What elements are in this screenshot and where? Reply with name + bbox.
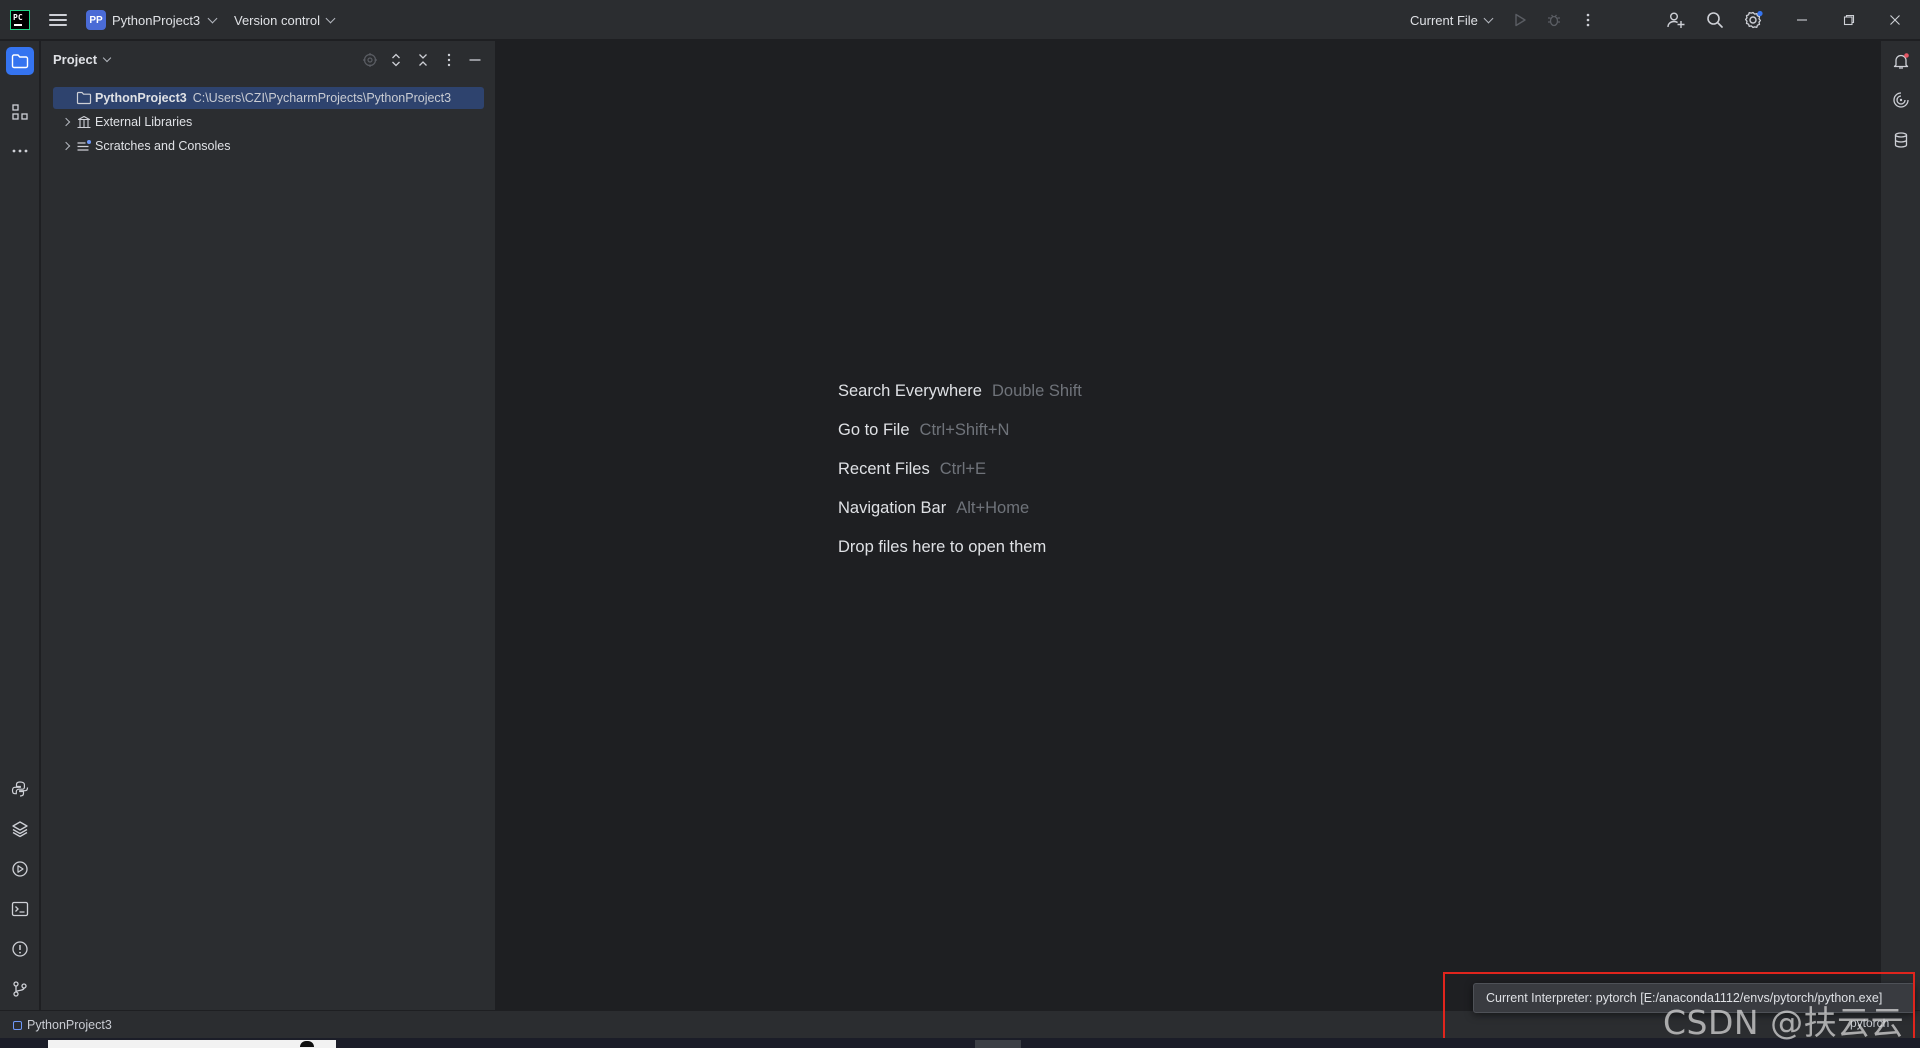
editor-hints: Search Everywhere Double Shift Go to Fil… xyxy=(838,372,1082,567)
right-tool-window-stripe xyxy=(1880,41,1920,1010)
git-icon[interactable] xyxy=(6,975,34,1003)
tree-item-label: Scratches and Consoles xyxy=(95,139,231,153)
chevron-right-icon[interactable] xyxy=(59,117,73,127)
module-icon xyxy=(13,1020,22,1030)
editor-empty-area xyxy=(497,41,1879,1010)
options-icon[interactable] xyxy=(439,50,459,70)
project-panel-header: Project xyxy=(41,41,496,79)
collapse-all-icon[interactable] xyxy=(413,50,433,70)
watermark: CSDN @扶云云 xyxy=(1663,1003,1905,1042)
expand-all-icon[interactable] xyxy=(386,50,406,70)
scratches-icon xyxy=(75,138,93,154)
project-view-selector[interactable]: Project xyxy=(53,52,112,67)
hint-go-to-file: Go to File Ctrl+Shift+N xyxy=(838,421,1010,439)
hide-panel-icon[interactable] xyxy=(465,50,485,70)
debug-icon[interactable] xyxy=(1542,8,1566,32)
locate-file-icon[interactable] xyxy=(360,50,380,70)
pycharm-logo-icon: PC xyxy=(10,10,30,30)
search-icon[interactable] xyxy=(1703,8,1727,32)
chevron-down-icon xyxy=(207,13,218,23)
problems-icon[interactable] xyxy=(6,935,34,963)
hint-search-everywhere: Search Everywhere Double Shift xyxy=(838,382,1082,400)
structure-icon[interactable] xyxy=(6,98,34,126)
main-menu-icon[interactable] xyxy=(49,12,67,28)
ai-assistant-icon[interactable] xyxy=(1887,86,1915,114)
terminal-icon[interactable] xyxy=(6,895,34,923)
breadcrumb[interactable]: PythonProject3 xyxy=(13,1018,112,1032)
project-switcher[interactable]: PP PythonProject3 xyxy=(86,9,218,31)
more-actions-icon[interactable] xyxy=(1576,8,1600,32)
tree-item-project-root[interactable]: PythonProject3 C:\Users\CZI\PycharmProje… xyxy=(53,87,484,109)
version-control-menu[interactable]: Version control xyxy=(234,9,336,31)
hint-recent-files: Recent Files Ctrl+E xyxy=(838,460,987,478)
chevron-down-icon xyxy=(1483,13,1494,23)
project-badge-icon: PP xyxy=(86,10,106,30)
title-bar: PC PP PythonProject3 Version control Cur… xyxy=(0,0,1920,40)
python-packages-icon[interactable] xyxy=(6,775,34,803)
hint-navigation-bar: Navigation Bar Alt+Home xyxy=(838,499,1030,517)
run-config-label: Current File xyxy=(1410,12,1478,28)
folder-icon xyxy=(75,90,93,106)
minimize-icon[interactable] xyxy=(1790,8,1814,32)
settings-icon[interactable] xyxy=(1742,8,1766,32)
chevron-down-icon xyxy=(102,53,112,62)
hint-drop-files: Drop files here to open them xyxy=(838,538,1047,556)
taskbar-window-thumbnail[interactable] xyxy=(48,1040,336,1048)
panel-title: Project xyxy=(53,52,98,67)
project-name: PythonProject3 xyxy=(112,12,201,28)
close-icon[interactable] xyxy=(1883,8,1907,32)
library-icon xyxy=(75,114,93,130)
taskbar-item[interactable] xyxy=(975,1040,1021,1048)
more-tools-icon[interactable] xyxy=(6,137,34,165)
layers-icon[interactable] xyxy=(6,815,34,843)
project-icon[interactable] xyxy=(6,47,34,75)
restore-icon[interactable] xyxy=(1837,8,1861,32)
notifications-icon[interactable] xyxy=(1887,47,1915,75)
tree-item-label: PythonProject3 xyxy=(95,91,187,105)
project-tool-window: Project PythonProject3 C:\Users\CZI\Pych… xyxy=(41,41,496,1010)
run-configuration-selector[interactable]: Current File xyxy=(1410,9,1494,31)
left-tool-window-stripe xyxy=(0,41,40,1010)
breadcrumb-project: PythonProject3 xyxy=(27,1018,112,1032)
code-with-me-icon[interactable] xyxy=(1664,8,1688,32)
run-icon[interactable] xyxy=(1508,8,1532,32)
tree-item-external-libraries[interactable]: External Libraries xyxy=(53,111,484,133)
os-taskbar xyxy=(0,1038,1920,1048)
tree-item-path: C:\Users\CZI\PycharmProjects\PythonProje… xyxy=(192,91,452,105)
vcs-label: Version control xyxy=(234,12,320,28)
tree-item-scratches[interactable]: Scratches and Consoles xyxy=(53,135,484,157)
tree-item-label: External Libraries xyxy=(95,115,193,129)
status-bar: PythonProject3 xyxy=(0,1010,1920,1038)
chevron-right-icon[interactable] xyxy=(59,141,73,151)
services-icon[interactable] xyxy=(6,855,34,883)
database-icon[interactable] xyxy=(1887,126,1915,154)
chevron-down-icon xyxy=(325,13,336,23)
